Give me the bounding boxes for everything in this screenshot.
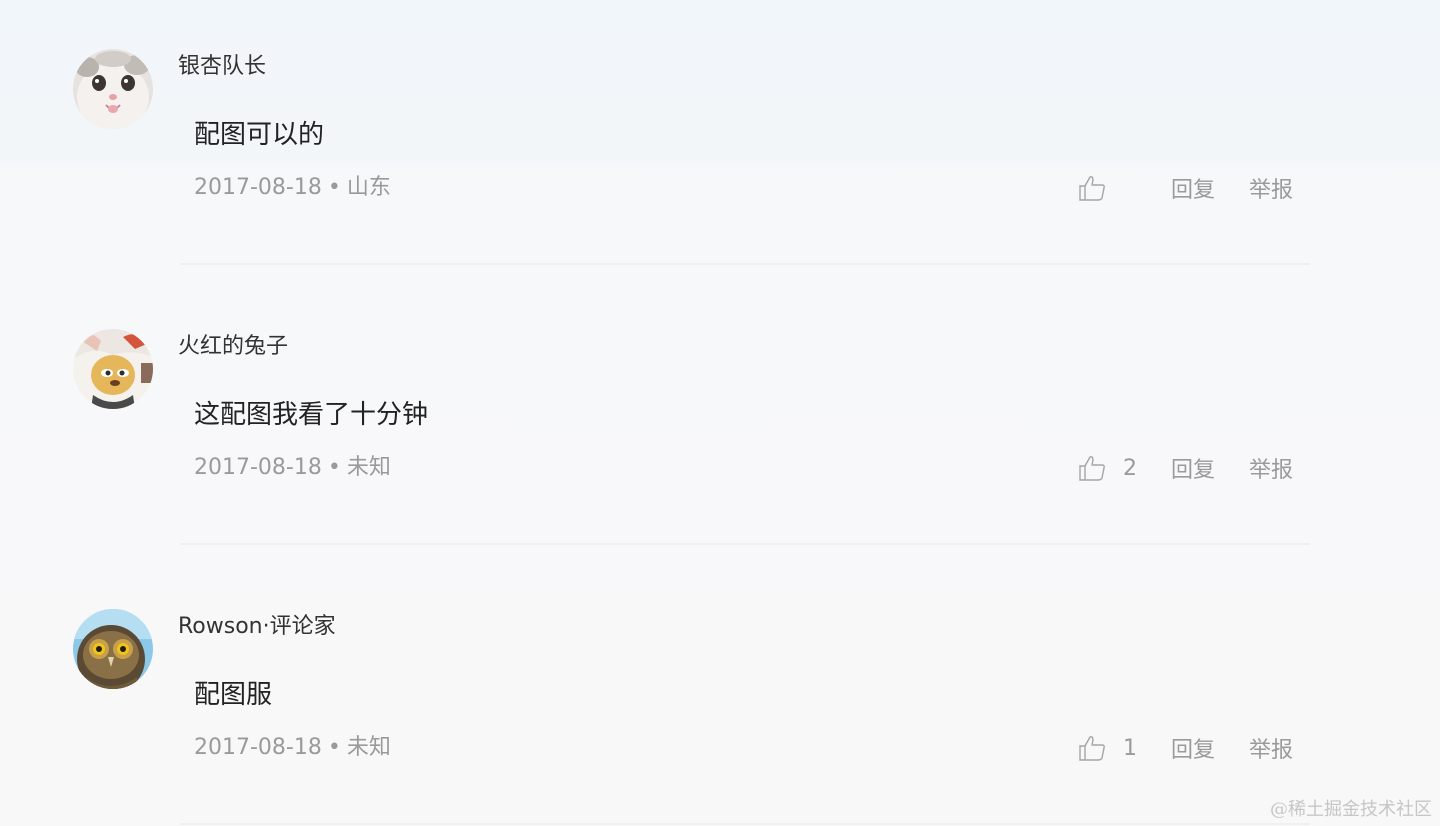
avatar[interactable]: [73, 609, 153, 689]
thumbs-up-icon: [1079, 456, 1105, 481]
thumbs-up-icon: [1079, 736, 1105, 761]
report-button[interactable]: 举报: [1249, 452, 1293, 484]
like-count: 2: [1122, 455, 1137, 481]
reply-button[interactable]: 回复: [1171, 172, 1215, 204]
comment-date: 2017-08-18: [194, 175, 322, 200]
comment-actions: 2 回复 举报: [1077, 452, 1293, 484]
comment-item: Rowson·评论家 配图服 2017-08-18 • 未知 1 回复 举报: [0, 560, 1440, 826]
avatar-cartoon-dog-image: [73, 329, 153, 409]
avatar-owl-image: [73, 609, 153, 689]
meta-separator: •: [327, 735, 341, 760]
username[interactable]: 银杏队长: [178, 53, 266, 81]
like-button[interactable]: [1077, 173, 1137, 203]
like-button[interactable]: 2: [1077, 453, 1137, 483]
divider: [180, 823, 1310, 825]
like-count: 1: [1122, 735, 1137, 761]
avatar[interactable]: [73, 49, 153, 129]
meta-separator: •: [327, 455, 341, 480]
comment-location: 未知: [346, 735, 391, 760]
comment-list-page: 银杏队长 配图可以的 2017-08-18 • 山东 回复 举报 火红的兔子 这…: [0, 0, 1440, 826]
meta-separator: •: [327, 175, 341, 200]
comment-text: 配图服: [194, 680, 273, 710]
comment-text: 这配图我看了十分钟: [194, 400, 429, 430]
comment-meta: 2017-08-18 • 山东: [194, 174, 391, 202]
username[interactable]: 火红的兔子: [178, 333, 288, 361]
comment-item: 银杏队长 配图可以的 2017-08-18 • 山东 回复 举报: [0, 0, 1440, 280]
report-button[interactable]: 举报: [1249, 732, 1293, 764]
comment-actions: 回复 举报: [1077, 172, 1293, 204]
avatar-cat-image: [73, 49, 153, 129]
comment-date: 2017-08-18: [194, 735, 322, 760]
reply-button[interactable]: 回复: [1171, 452, 1215, 484]
comment-meta: 2017-08-18 • 未知: [194, 734, 391, 762]
report-button[interactable]: 举报: [1249, 172, 1293, 204]
avatar[interactable]: [73, 329, 153, 409]
comment-meta: 2017-08-18 • 未知: [194, 454, 391, 482]
comment-location: 山东: [346, 175, 391, 200]
comment-item: 火红的兔子 这配图我看了十分钟 2017-08-18 • 未知 2 回复 举报: [0, 280, 1440, 560]
divider: [180, 263, 1310, 265]
comment-location: 未知: [346, 455, 391, 480]
comment-actions: 1 回复 举报: [1077, 732, 1293, 764]
like-button[interactable]: 1: [1077, 733, 1137, 763]
thumbs-up-icon: [1079, 176, 1105, 201]
comment-text: 配图可以的: [194, 120, 325, 150]
username[interactable]: Rowson·评论家: [178, 613, 336, 641]
divider: [180, 543, 1310, 545]
reply-button[interactable]: 回复: [1171, 732, 1215, 764]
comment-date: 2017-08-18: [194, 455, 322, 480]
watermark: @稀土掘金技术社区: [1270, 799, 1432, 820]
